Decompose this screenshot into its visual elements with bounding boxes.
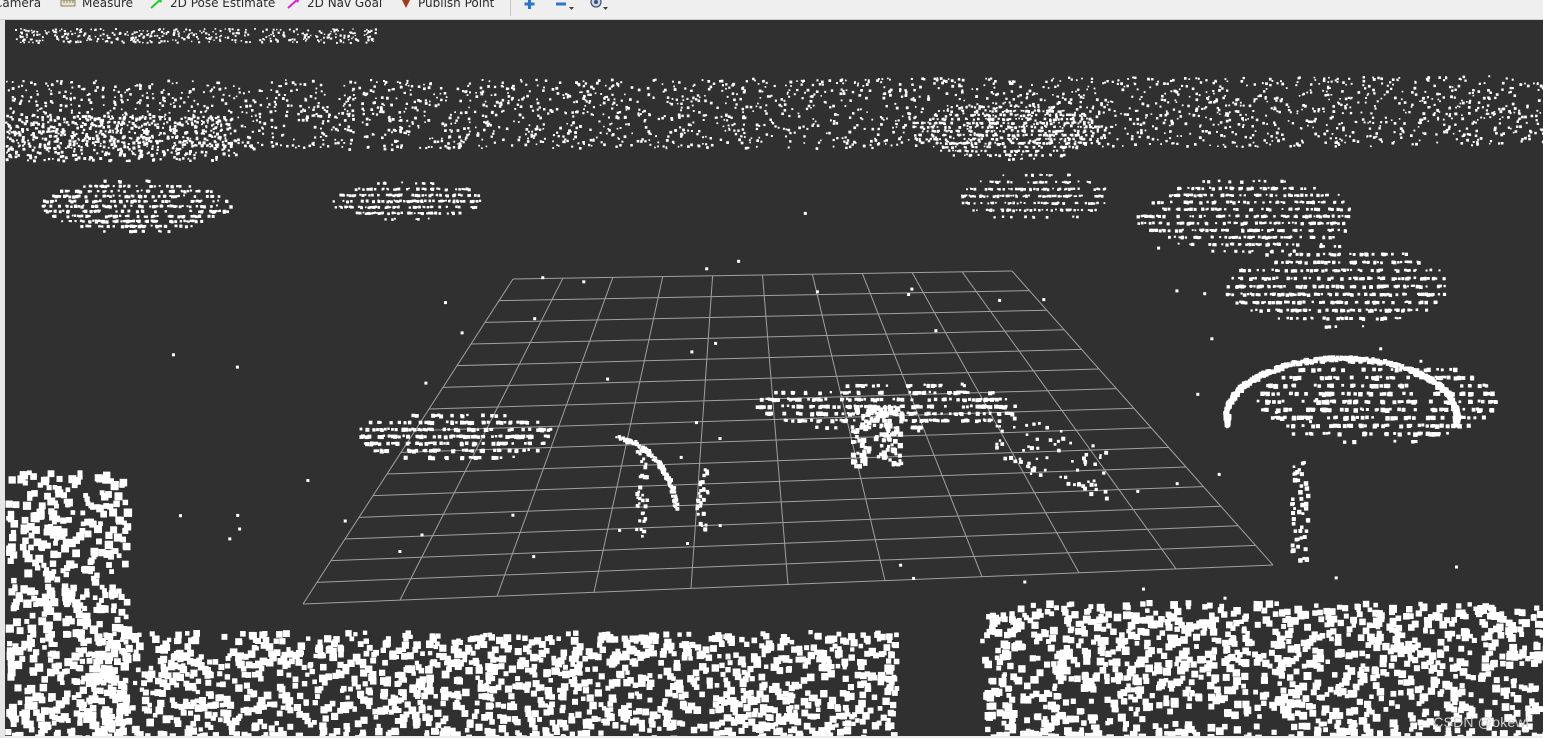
person-left-leg-b	[695, 468, 710, 532]
parked-car-center-left	[332, 181, 482, 221]
parked-car-left	[41, 179, 233, 234]
magenta-arrow-icon	[287, 0, 299, 9]
parked-car-back-right	[912, 101, 1101, 161]
tool-measure-label: Measure	[82, 0, 133, 10]
grid-line	[762, 274, 789, 585]
tool-2d-pose-estimate[interactable]: 2D Pose Estimate	[150, 0, 275, 11]
point-cloud	[5, 28, 1543, 736]
grid-line	[811, 274, 886, 581]
tools-toolbar: Camera Measure 2D Pose Estimate 2D Nav G…	[0, 0, 1543, 20]
add-tool-icon	[524, 0, 535, 9]
object-right-stem	[1290, 460, 1311, 563]
tool-2d-nav-goal[interactable]: 2D Nav Goal	[287, 0, 382, 11]
tool-camera[interactable]: Camera	[0, 0, 41, 11]
person-left-torso	[359, 413, 553, 461]
object-right-fill	[1256, 359, 1498, 445]
3d-viewport[interactable]: CSDN @okewi	[5, 20, 1543, 736]
watermark: CSDN @okewi	[1433, 714, 1529, 730]
tool-2d-pose-estimate-label: 2D Pose Estimate	[170, 0, 276, 10]
tool-2d-nav-goal-label: 2D Nav Goal	[307, 0, 383, 10]
point-cloud-scene[interactable]	[5, 20, 1543, 736]
grid-line	[1011, 270, 1274, 566]
red-pin-icon	[402, 0, 410, 8]
camera-view-button[interactable]	[586, 0, 608, 12]
tool-publish-point-label: Publish Point	[418, 0, 495, 10]
parked-car-right-1	[961, 173, 1107, 219]
camera-view-icon	[590, 0, 608, 10]
wall-points-top-left	[15, 28, 377, 44]
object-right-arc	[1223, 355, 1462, 429]
wall-points-back	[6, 75, 1543, 152]
parked-car-right-2	[1136, 179, 1351, 254]
tool-measure[interactable]: Measure	[60, 0, 133, 11]
ground-grid	[302, 270, 1274, 605]
remove-tool-icon	[556, 2, 574, 10]
parked-car-right-3	[1225, 244, 1447, 329]
green-arrow-icon	[150, 0, 162, 9]
grid-line	[593, 276, 664, 593]
remove-tool-button[interactable]	[553, 0, 575, 12]
tool-publish-point[interactable]: Publish Point	[400, 0, 494, 11]
person-left-leg-a	[635, 450, 651, 538]
add-tool-button[interactable]	[522, 0, 544, 12]
foreground-bottom-left	[85, 630, 900, 736]
ruler-icon	[60, 0, 76, 7]
grid-line	[399, 277, 564, 601]
grid-line	[690, 275, 714, 589]
tool-camera-label: Camera	[0, 0, 42, 10]
toolbar-separator	[510, 0, 511, 16]
